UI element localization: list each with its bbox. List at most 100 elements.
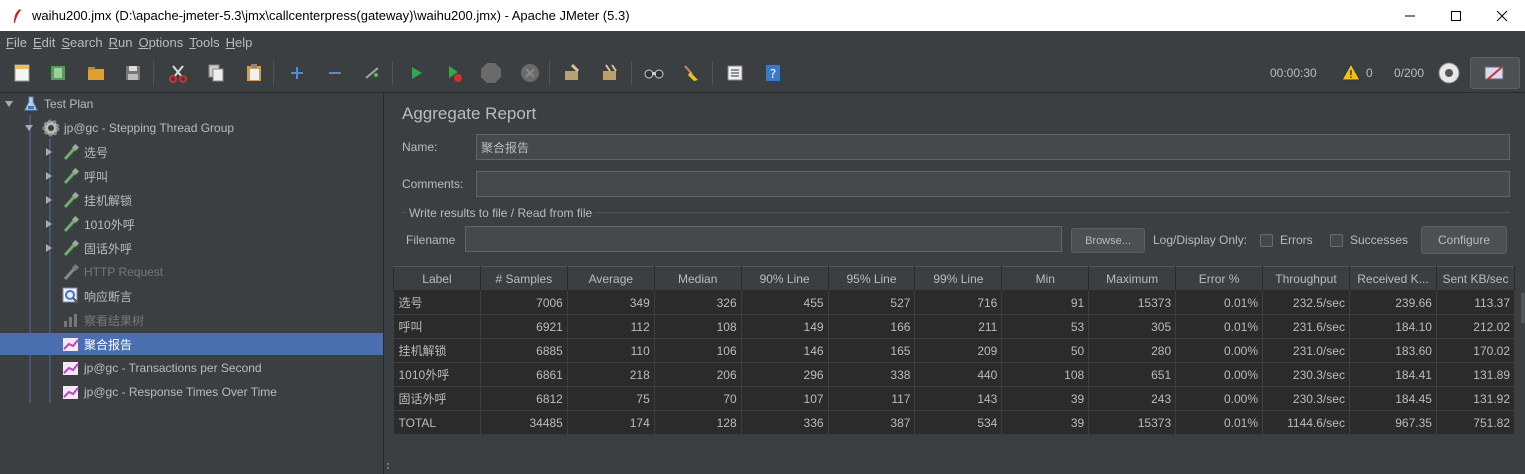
start-no-pauses-icon[interactable] bbox=[441, 60, 467, 86]
filename-input[interactable] bbox=[465, 226, 1062, 252]
close-button[interactable] bbox=[1479, 0, 1525, 31]
warning-icon[interactable]: ! bbox=[1341, 62, 1361, 84]
column-header[interactable]: Min bbox=[1001, 266, 1090, 291]
tree-node-tps[interactable]: jp@gc - Transactions per Second bbox=[62, 357, 262, 379]
menu-help[interactable]: Help bbox=[223, 35, 256, 50]
paste-icon[interactable] bbox=[241, 60, 267, 86]
table-row[interactable]: 选号 7006 349 326 455 527 716 91 15373 0.01% 232.5/s… bbox=[393, 290, 1516, 315]
expand-arrow-icon[interactable] bbox=[44, 219, 54, 229]
name-input[interactable]: 聚合报告 bbox=[476, 134, 1510, 160]
table-cell: 349 bbox=[567, 290, 655, 315]
toggle-icon[interactable] bbox=[359, 60, 385, 86]
menu-search[interactable]: Search bbox=[58, 35, 105, 50]
column-header[interactable]: 90% Line bbox=[740, 266, 829, 291]
table-cell: 91 bbox=[1001, 290, 1090, 315]
clear-all-icon[interactable] bbox=[597, 60, 623, 86]
collapse-arrow-icon[interactable] bbox=[24, 123, 34, 133]
table-row[interactable]: TOTAL 34485 174 128 336 387 534 39 15373 0.01% 114… bbox=[393, 410, 1516, 435]
successes-checkbox[interactable] bbox=[1330, 234, 1343, 247]
menu-run[interactable]: Run bbox=[106, 35, 136, 50]
clear-icon[interactable] bbox=[559, 60, 585, 86]
tree-node-sampler[interactable]: 呼叫 bbox=[44, 165, 108, 187]
expand-all-icon[interactable] bbox=[284, 60, 310, 86]
column-header[interactable]: Maximum bbox=[1088, 266, 1177, 291]
stop-icon[interactable] bbox=[478, 60, 504, 86]
search-icon[interactable] bbox=[641, 60, 667, 86]
tree-node-response-times[interactable]: jp@gc - Response Times Over Time bbox=[62, 381, 277, 403]
svg-text:?: ? bbox=[770, 67, 776, 81]
errors-checkbox[interactable] bbox=[1260, 234, 1273, 247]
column-header[interactable]: Average bbox=[566, 266, 655, 291]
table-cell: 239.66 bbox=[1349, 290, 1437, 315]
menu-file[interactable]: File bbox=[3, 35, 30, 50]
tree-node-thread-group[interactable]: jp@gc - Stepping Thread Group bbox=[24, 117, 234, 139]
cut-icon[interactable] bbox=[165, 60, 191, 86]
new-icon[interactable] bbox=[9, 60, 35, 86]
table-cell: 183.60 bbox=[1349, 338, 1437, 363]
tree-node-sampler[interactable]: 选号 bbox=[44, 141, 108, 163]
column-header[interactable]: Received K... bbox=[1348, 266, 1437, 291]
table-cell: 387 bbox=[828, 410, 916, 435]
browse-button[interactable]: Browse... bbox=[1071, 228, 1145, 253]
column-header[interactable]: Error % bbox=[1175, 266, 1264, 291]
tree-node-aggregate-report[interactable]: 聚合报告 bbox=[0, 333, 383, 355]
gear-icon bbox=[42, 119, 60, 137]
table-cell: 呼叫 bbox=[393, 314, 481, 339]
table-cell: 39 bbox=[1001, 386, 1090, 411]
start-icon[interactable] bbox=[403, 60, 429, 86]
table-cell: 15373 bbox=[1088, 290, 1177, 315]
table-cell: 128 bbox=[654, 410, 742, 435]
tree-node-http-request[interactable]: HTTP Request bbox=[62, 261, 163, 283]
column-header[interactable]: Throughput bbox=[1262, 266, 1350, 291]
collapse-arrow-icon[interactable] bbox=[4, 99, 14, 109]
table-cell: 232.5/sec bbox=[1262, 290, 1350, 315]
expand-arrow-icon[interactable] bbox=[44, 195, 54, 205]
column-header[interactable]: # Samples bbox=[479, 266, 568, 291]
shutdown-icon[interactable] bbox=[517, 60, 543, 86]
table-cell: 218 bbox=[567, 362, 655, 387]
table-header-row: Label # Samples Average Median 90% Line … bbox=[393, 266, 1516, 291]
table-row[interactable]: 呼叫 6921 112 108 149 166 211 53 305 0.01% 231.6/sec… bbox=[393, 314, 1516, 339]
copy-icon[interactable] bbox=[203, 60, 229, 86]
tree-node-assertion[interactable]: 响应断言 bbox=[62, 285, 132, 307]
maximize-button[interactable] bbox=[1433, 0, 1479, 31]
table-row[interactable]: 挂机解锁 6885 110 106 146 165 209 50 280 0.00% 231.0/s… bbox=[393, 338, 1516, 363]
templates-icon[interactable] bbox=[45, 60, 71, 86]
save-icon[interactable] bbox=[120, 60, 146, 86]
help-icon[interactable]: ? bbox=[760, 60, 786, 86]
column-header[interactable]: Sent KB/sec bbox=[1435, 266, 1516, 291]
tree-node-view-results-tree[interactable]: 察看结果树 bbox=[62, 309, 144, 331]
comments-input[interactable] bbox=[476, 171, 1510, 197]
column-header[interactable]: Median bbox=[653, 266, 742, 291]
jmeter-feather-icon bbox=[10, 8, 24, 24]
remote-indicator-icon bbox=[1437, 61, 1461, 88]
aggregate-report-panel: Aggregate Report Name: 聚合报告 Comments: Wr… bbox=[392, 93, 1525, 474]
column-header[interactable]: 95% Line bbox=[827, 266, 916, 291]
table-row[interactable]: 1010外呼 6861 218 206 296 338 440 108 651 0.00% 230.… bbox=[393, 362, 1516, 387]
reset-search-icon[interactable] bbox=[678, 60, 704, 86]
minimize-button[interactable] bbox=[1387, 0, 1433, 31]
column-header[interactable]: 99% Line bbox=[914, 266, 1003, 291]
collapse-all-icon[interactable] bbox=[322, 60, 348, 86]
tree-node-sampler[interactable]: 固话外呼 bbox=[44, 237, 132, 259]
open-icon[interactable] bbox=[83, 60, 109, 86]
tree-node-sampler[interactable]: 挂机解锁 bbox=[44, 189, 132, 211]
splitter[interactable] bbox=[384, 93, 392, 474]
menu-edit[interactable]: Edit bbox=[30, 35, 58, 50]
expand-arrow-icon[interactable] bbox=[44, 171, 54, 181]
scrollbar[interactable] bbox=[1521, 293, 1525, 323]
table-row[interactable]: 固话外呼 6812 75 70 107 117 143 39 243 0.00% 230.3/sec… bbox=[393, 386, 1516, 411]
expand-arrow-icon[interactable] bbox=[44, 243, 54, 253]
function-helper-icon[interactable] bbox=[722, 60, 748, 86]
menu-tools[interactable]: Tools bbox=[186, 35, 222, 50]
column-header[interactable]: Label bbox=[393, 266, 481, 291]
expand-arrow-icon[interactable] bbox=[44, 147, 54, 157]
log-display-label: Log/Display Only: bbox=[1153, 233, 1248, 247]
table-cell: 146 bbox=[741, 338, 829, 363]
menu-options[interactable]: Options bbox=[135, 35, 186, 50]
table-cell: 170.02 bbox=[1436, 338, 1516, 363]
configure-button[interactable]: Configure bbox=[1421, 226, 1507, 254]
tree-node-sampler[interactable]: 1010外呼 bbox=[44, 213, 135, 235]
log-viewer-button[interactable] bbox=[1470, 57, 1520, 89]
tree-node-test-plan[interactable]: Test Plan bbox=[4, 93, 93, 115]
